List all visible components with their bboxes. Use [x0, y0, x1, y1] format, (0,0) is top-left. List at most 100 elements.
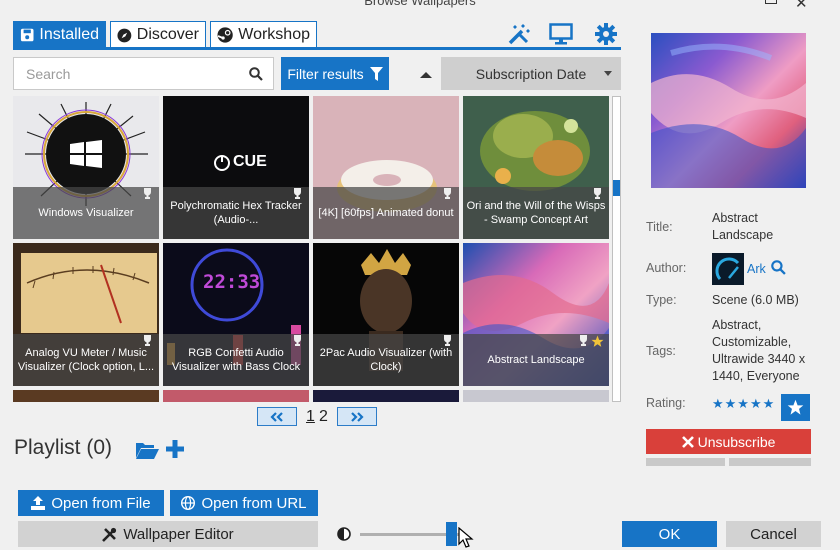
open-file-label: Open from File [51, 494, 151, 512]
chevron-down-icon [604, 71, 612, 76]
playlist-title: Playlist (0) [14, 436, 113, 459]
wallpaper-tile[interactable] [463, 390, 609, 402]
trophy-icon [444, 188, 451, 199]
save-icon [20, 28, 34, 42]
wallpaper-title: Analog VU Meter / Music Visualizer (Cloc… [13, 334, 159, 386]
avatar[interactable] [712, 253, 744, 285]
tab-underline [13, 47, 621, 50]
globe-icon [181, 496, 196, 510]
trophy-icon [294, 188, 301, 199]
wallpaper-tile[interactable]: Ori and the Will of the Wisps - Swamp Co… [463, 96, 609, 239]
window-title: Browse Wallpapers [364, 0, 476, 8]
open-url-label: Open from URL [201, 494, 307, 512]
grid-scrollbar[interactable] [612, 96, 621, 402]
search-icon[interactable] [771, 260, 786, 275]
search-box[interactable] [13, 57, 274, 90]
wallpaper-title: Ori and the Will of the Wisps - Swamp Co… [463, 187, 609, 239]
tab-installed[interactable]: Installed [13, 21, 106, 49]
wallpaper-tile[interactable]: CUE Polychromatic Hex Tracker (Audio-... [163, 96, 309, 239]
sort-selected: Subscription Date [475, 65, 587, 82]
clock-display: 22:33 [203, 271, 261, 293]
star-icon [787, 399, 804, 415]
tab-workshop[interactable]: Workshop [210, 21, 317, 49]
close-icon [681, 435, 694, 448]
preview-image [651, 33, 806, 188]
cancel-button[interactable]: Cancel [726, 521, 821, 547]
page-prev-button[interactable] [257, 407, 297, 426]
wallpaper-tile[interactable]: 22:33 RGB Confetti Audio Visualizer with… [163, 243, 309, 386]
filter-label: Filter results [287, 65, 364, 82]
trophy-icon [444, 335, 451, 346]
tab-label: Discover [136, 26, 199, 43]
wallpaper-tile[interactable] [163, 390, 309, 402]
cue-logo: CUE [233, 153, 267, 170]
close-button[interactable]: ✕ [795, 0, 808, 12]
wallpaper-grid: Windows Visualizer CUE Polychromatic Hex… [13, 96, 609, 402]
sort-dropdown[interactable]: Subscription Date [441, 57, 621, 90]
wallpaper-title: Windows Visualizer [13, 187, 159, 239]
double-chevron-right-icon [351, 411, 364, 422]
ok-label: OK [658, 525, 681, 543]
wallpaper-title: RGB Confetti Audio Visualizer with Bass … [163, 334, 309, 386]
maximize-button[interactable] [765, 0, 777, 4]
folder-open-icon[interactable] [135, 440, 159, 460]
tab-label: Installed [39, 26, 99, 43]
search-icon[interactable] [249, 67, 263, 81]
gear-icon[interactable] [594, 22, 618, 46]
monitor-icon[interactable] [549, 22, 573, 46]
magic-wand-icon[interactable] [507, 22, 531, 46]
plus-icon[interactable] [165, 438, 185, 460]
type-value: Scene (6.0 MB) [712, 293, 799, 307]
upload-icon [31, 496, 46, 510]
editor-label: Wallpaper Editor [123, 525, 234, 543]
wallpaper-tile-selected[interactable]: Abstract Landscape [463, 243, 609, 386]
unsubscribe-label: Unsubscribe [697, 433, 776, 450]
wallpaper-editor-button[interactable]: Wallpaper Editor [18, 521, 318, 547]
steam-icon [217, 27, 233, 43]
page-1[interactable]: 1 [306, 408, 315, 426]
sort-ascending-icon[interactable] [414, 62, 438, 86]
hidden-button[interactable] [729, 458, 811, 466]
search-input[interactable] [14, 58, 234, 89]
rating-stars: ★★★★★ [712, 396, 776, 411]
tags-label: Tags: [646, 344, 676, 358]
open-from-file-button[interactable]: Open from File [18, 490, 164, 516]
wallpaper-tile[interactable]: Windows Visualizer [13, 96, 159, 239]
type-label: Type: [646, 293, 677, 307]
favorite-button[interactable] [781, 394, 810, 421]
mouse-cursor-icon [458, 527, 474, 548]
ok-button[interactable]: OK [622, 521, 717, 547]
brightness-slider-thumb[interactable] [446, 522, 457, 546]
open-from-url-button[interactable]: Open from URL [170, 490, 318, 516]
page-2[interactable]: 2 [319, 408, 328, 426]
wallpaper-title: [4K] [60fps] Animated donut [313, 187, 459, 239]
wallpaper-tile[interactable] [13, 390, 159, 402]
panel-scrollbar[interactable] [832, 0, 840, 550]
tags-value: Abstract, Customizable, Ultrawide 3440 x… [712, 318, 806, 383]
tab-label: Workshop [238, 26, 310, 43]
compass-icon [117, 28, 132, 42]
tab-discover[interactable]: Discover [110, 21, 206, 49]
trophy-icon [294, 335, 301, 346]
trophy-icon [144, 335, 151, 346]
favorite-star-icon [591, 335, 604, 347]
filter-results-button[interactable]: Filter results [281, 57, 389, 90]
wallpaper-tile[interactable]: [4K] [60fps] Animated donut [313, 96, 459, 239]
trophy-icon [594, 188, 601, 199]
unsubscribe-button[interactable]: Unsubscribe [646, 429, 811, 454]
brightness-icon [337, 527, 351, 541]
author-label: Author: [646, 261, 687, 275]
rating-label: Rating: [646, 396, 686, 410]
wallpaper-title: 2Pac Audio Visualizer (with Clock) [313, 334, 459, 386]
double-chevron-left-icon [270, 411, 283, 422]
hidden-button[interactable] [646, 458, 725, 466]
author-link[interactable]: Ark [747, 262, 766, 276]
wallpaper-tile[interactable]: Analog VU Meter / Music Visualizer (Cloc… [13, 243, 159, 386]
cancel-label: Cancel [750, 525, 797, 543]
page-next-button[interactable] [337, 407, 377, 426]
title-label: Title: [646, 220, 673, 234]
trophy-icon [144, 188, 151, 199]
scrollbar-thumb[interactable] [613, 180, 620, 196]
wallpaper-tile[interactable] [313, 390, 459, 402]
wallpaper-tile[interactable]: 2Pac Audio Visualizer (with Clock) [313, 243, 459, 386]
